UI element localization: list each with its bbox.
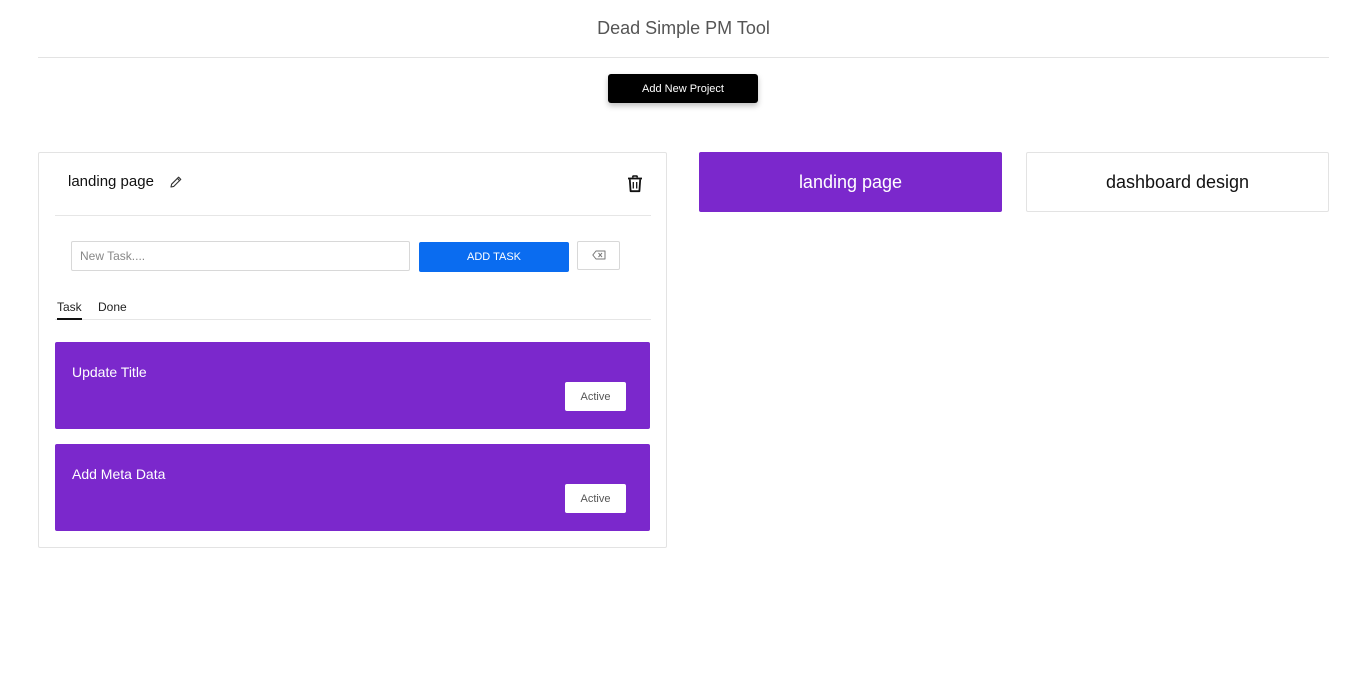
task-card[interactable]: Update Title Active [55, 342, 650, 429]
add-task-button[interactable]: ADD TASK [419, 242, 569, 272]
pencil-icon[interactable] [169, 175, 183, 189]
project-card-dashboard-design[interactable]: dashboard design [1026, 152, 1329, 212]
task-status-button[interactable]: Active [565, 382, 626, 411]
task-card[interactable]: Add Meta Data Active [55, 444, 650, 531]
trash-icon[interactable] [627, 175, 643, 193]
project-panel-header: landing page [55, 153, 651, 216]
task-status-button[interactable]: Active [565, 484, 626, 513]
app-header: Dead Simple PM Tool [38, 0, 1329, 58]
project-card-landing-page[interactable]: landing page [699, 152, 1002, 212]
clear-input-button[interactable] [577, 241, 620, 270]
backspace-icon [591, 248, 606, 263]
app-title: Dead Simple PM Tool [597, 18, 770, 38]
tab-task[interactable]: Task [57, 300, 82, 320]
add-new-project-button[interactable]: Add New Project [608, 74, 758, 103]
task-name: Add Meta Data [72, 466, 166, 482]
new-task-input[interactable] [71, 241, 410, 271]
project-detail-panel: landing page ADD TASK [38, 152, 667, 548]
project-title: landing page [68, 173, 154, 190]
tab-done[interactable]: Done [98, 300, 127, 318]
task-name: Update Title [72, 364, 147, 380]
task-tabs: Task Done [55, 293, 651, 320]
